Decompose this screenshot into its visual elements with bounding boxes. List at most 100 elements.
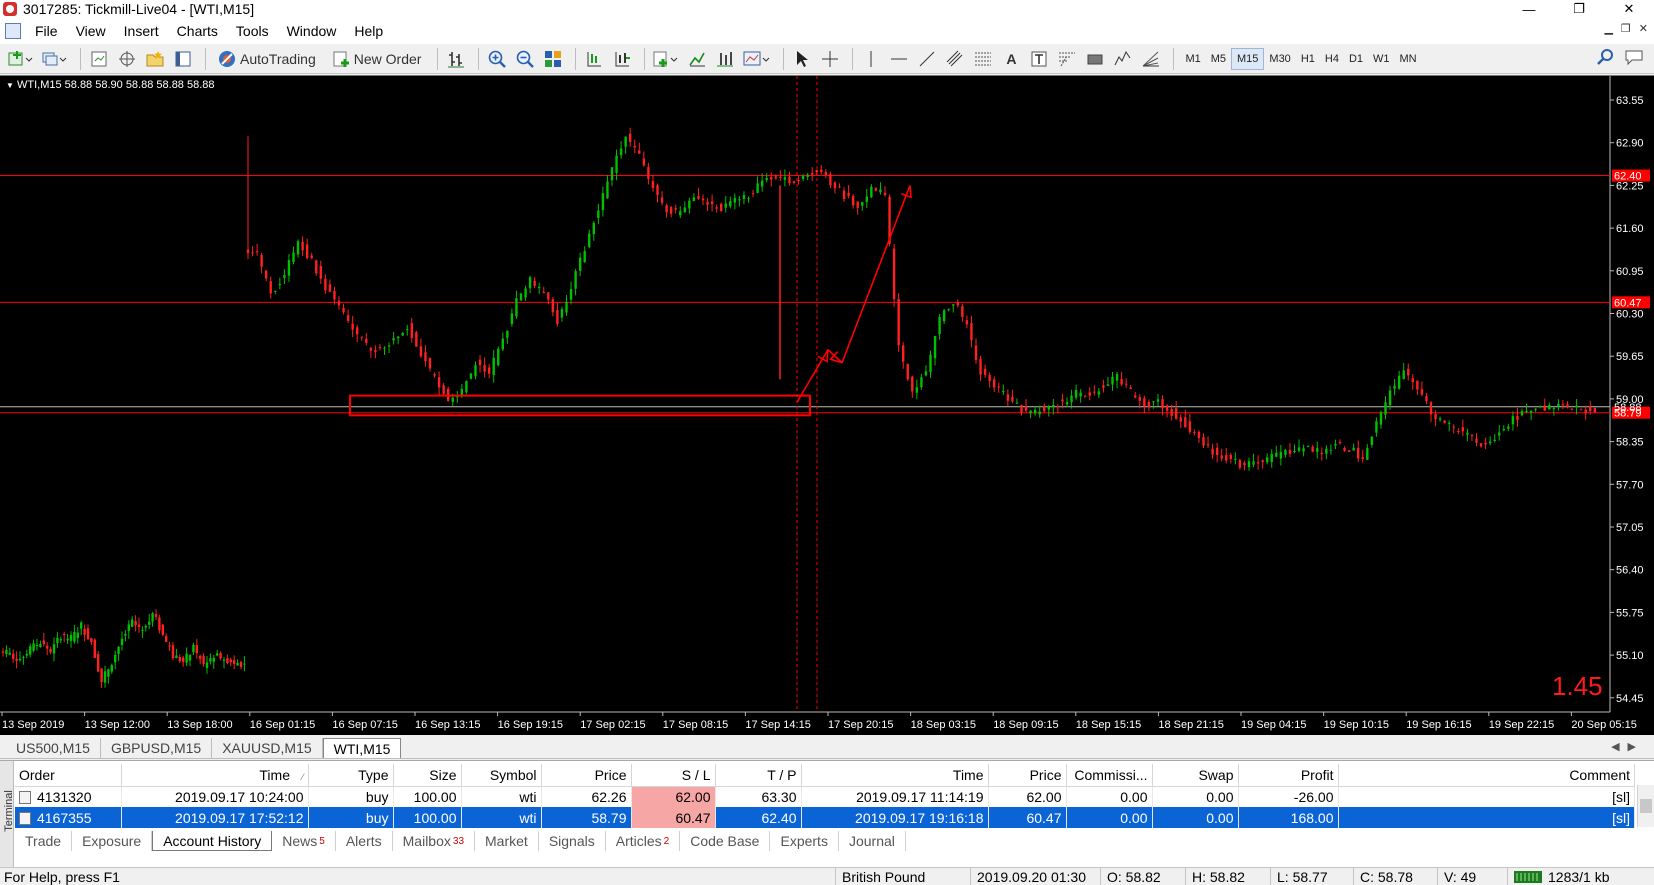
price-chart[interactable]: 63.55 62.90 62.25 61.60 60.95 60.30 59.65 59.00… [0, 75, 1654, 735]
column-header-commission[interactable]: Commissi... [1066, 764, 1153, 787]
zoom-out-button[interactable] [513, 47, 537, 71]
menu-view[interactable]: View [68, 23, 116, 39]
trendline-tool-button[interactable] [915, 47, 939, 71]
column-header-comment[interactable]: Comment [1338, 764, 1635, 787]
chart-tab-xauusd[interactable]: XAUUSD,M15 [212, 738, 323, 758]
navigator-button[interactable] [143, 47, 167, 71]
candle-body [1579, 409, 1583, 411]
fibo-fan-tool-button[interactable] [1055, 47, 1079, 71]
column-header-symbol[interactable]: Symbol [461, 764, 542, 787]
column-header-open-time[interactable]: Time ⁄ [121, 764, 309, 787]
crosshair-tool-button[interactable] [818, 47, 842, 71]
timeframe-h1-button[interactable]: H1 [1296, 48, 1320, 70]
timeframe-d1-button[interactable]: D1 [1344, 48, 1368, 70]
column-header-stop-loss[interactable]: S / L [631, 764, 716, 787]
templates-button[interactable] [713, 47, 737, 71]
terminal-tab-account-history[interactable]: Account History [152, 831, 273, 851]
terminal-tab-code-base[interactable]: Code Base [680, 831, 771, 851]
terminal-side-handle[interactable]: Terminal [0, 761, 15, 868]
text-label-tool-button[interactable] [1027, 47, 1051, 71]
time-tick-label: 18 Sep 15:15 [1076, 719, 1141, 731]
auto-scroll-button[interactable] [610, 47, 634, 71]
autotrading-button[interactable]: AutoTrading [212, 47, 322, 71]
chart-tab-wti[interactable]: WTI,M15 [322, 738, 402, 758]
status-profile[interactable]: British Pound [835, 868, 970, 885]
text-tool-button[interactable]: A [999, 47, 1023, 71]
terminal-tab-exposure[interactable]: Exposure [72, 831, 153, 851]
menu-charts[interactable]: Charts [169, 23, 228, 39]
terminal-tab-alerts[interactable]: Alerts [336, 831, 393, 851]
close-button[interactable]: ✕ [1604, 0, 1654, 18]
chat-icon[interactable] [1624, 48, 1644, 66]
column-header-type[interactable]: Type [308, 764, 394, 787]
column-header-close-price[interactable]: Price [988, 764, 1067, 787]
column-header-close-time[interactable]: Time [801, 764, 989, 787]
timeframe-m5-button[interactable]: M5 [1206, 48, 1231, 70]
market-watch-button[interactable] [87, 47, 111, 71]
column-header-swap[interactable]: Swap [1152, 764, 1239, 787]
child-close-icon[interactable]: ✕ [1639, 22, 1648, 35]
column-header-open-price[interactable]: Price [541, 764, 632, 787]
child-restore-icon[interactable]: ❐ [1621, 22, 1631, 35]
terminal-tab-experts[interactable]: Experts [770, 831, 839, 851]
timeframe-h4-button[interactable]: H4 [1320, 48, 1344, 70]
chart-tab-scroll-arrows[interactable]: ◀▶ [1611, 740, 1644, 753]
column-header-profit[interactable]: Profit [1238, 764, 1339, 787]
search-icon[interactable] [1596, 48, 1614, 66]
menu-tools[interactable]: Tools [228, 23, 279, 39]
scrollbar-thumb[interactable] [1640, 799, 1652, 813]
chart-templates-button[interactable] [741, 47, 773, 71]
table-row[interactable]: 4131320 2019.09.17 10:24:00 buy 100.00 w… [15, 786, 1635, 807]
child-minimize-icon[interactable]: ▁ [1604, 22, 1612, 35]
terminal-tab-mailbox[interactable]: Mailbox 33 [393, 831, 476, 851]
menu-help[interactable]: Help [346, 23, 393, 39]
fibonacci-tool-button[interactable] [971, 47, 995, 71]
cursor-tool-button[interactable] [790, 47, 814, 71]
horizontal-line-tool-button[interactable] [887, 47, 911, 71]
timeframe-m30-button[interactable]: M30 [1264, 48, 1295, 70]
new-order-button[interactable]: New Order [326, 47, 428, 71]
column-header-size[interactable]: Size [393, 764, 462, 787]
periods-button[interactable] [685, 47, 709, 71]
terminal-tab-articles[interactable]: Articles 2 [606, 831, 681, 851]
bar-chart-mode-button[interactable] [444, 47, 468, 71]
zoom-in-button[interactable] [485, 47, 509, 71]
new-chart-button[interactable] [6, 47, 36, 71]
timeframe-m15-button[interactable]: M15 [1231, 47, 1265, 70]
rectangle-tool-button[interactable] [1083, 47, 1107, 71]
terminal-tab-signals[interactable]: Signals [539, 831, 606, 851]
collapse-triangle-icon[interactable]: ▼ [6, 81, 14, 90]
terminal-button[interactable] [171, 47, 195, 71]
terminal-tab-trade[interactable]: Trade [15, 831, 73, 851]
terminal-tab-journal[interactable]: Journal [839, 831, 906, 851]
tile-windows-button[interactable] [541, 47, 565, 71]
channel-tool-button[interactable] [943, 47, 967, 71]
profiles-button[interactable] [40, 47, 70, 71]
column-header-take-profit[interactable]: T / P [715, 764, 802, 787]
menu-window[interactable]: Window [279, 23, 347, 39]
data-window-button[interactable] [115, 47, 139, 71]
document-icon[interactable] [5, 23, 21, 39]
timeframe-mn-button[interactable]: MN [1395, 48, 1422, 70]
timeframe-w1-button[interactable]: W1 [1368, 48, 1395, 70]
elliott-tool-button[interactable] [1111, 47, 1135, 71]
vertical-line-tool-button[interactable] [859, 47, 883, 71]
terminal-scrollbar[interactable] [1637, 785, 1654, 827]
new-order-icon [333, 51, 349, 67]
chart-shift-button[interactable] [582, 47, 606, 71]
menu-insert[interactable]: Insert [116, 23, 169, 39]
chart-tab-gbpusd[interactable]: GBPUSD,M15 [101, 738, 213, 758]
terminal-tab-news[interactable]: News 5 [272, 831, 336, 851]
timeframe-m1-button[interactable]: M1 [1180, 48, 1205, 70]
restore-button[interactable]: ❐ [1554, 0, 1604, 18]
chart-tab-us500[interactable]: US500,M15 [6, 738, 101, 758]
gann-tool-button[interactable] [1139, 47, 1163, 71]
chart-canvas[interactable]: 63.5562.9062.2561.6060.9560.3059.6559.00… [0, 76, 1654, 736]
minimize-button[interactable]: — [1504, 0, 1554, 18]
terminal-tab-market[interactable]: Market [475, 831, 539, 851]
table-row-selected[interactable]: 4167355 2019.09.17 17:52:12 buy 100.00 w… [15, 807, 1635, 828]
candle-body [346, 315, 350, 321]
indicators-button[interactable] [651, 47, 681, 71]
menu-file[interactable]: File [27, 23, 68, 39]
column-header-order[interactable]: Order [15, 764, 122, 787]
